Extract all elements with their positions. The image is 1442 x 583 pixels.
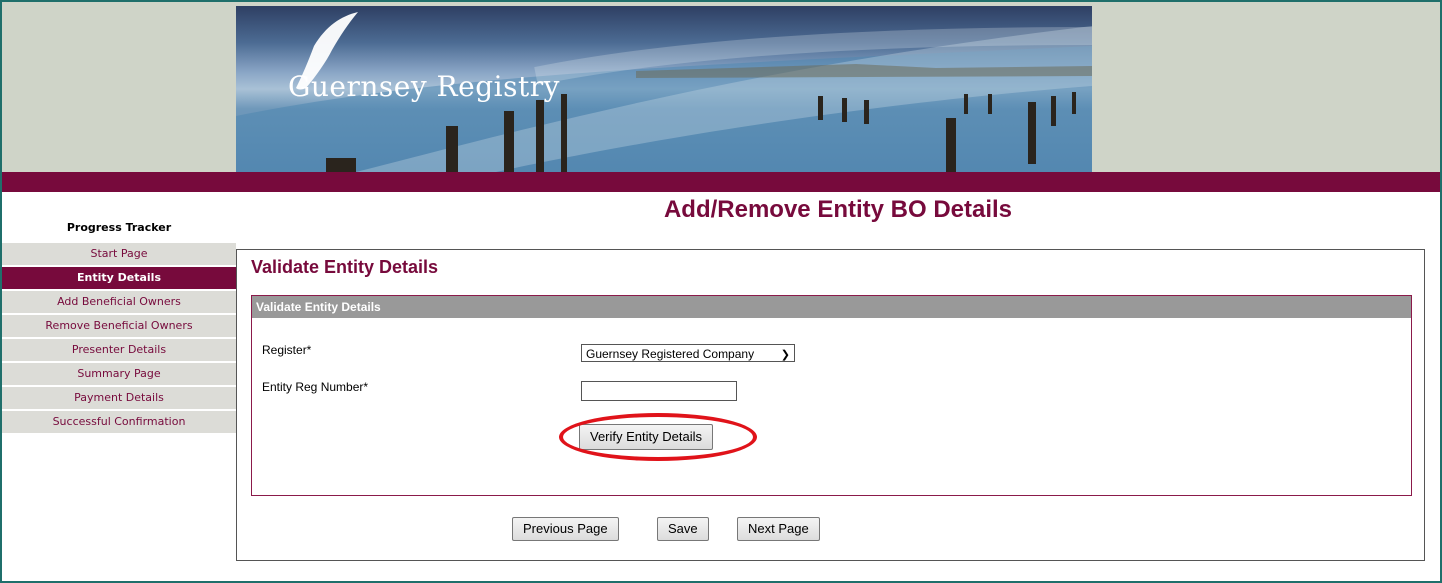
progress-tracker-title: Progress Tracker	[66, 221, 172, 234]
register-select[interactable]: Guernsey Registered Company ❯	[581, 344, 795, 362]
tracker-item-payment-details[interactable]: Payment Details	[2, 387, 236, 409]
page-title: Add/Remove Entity BO Details	[663, 196, 1013, 223]
entity-reg-number-input[interactable]	[581, 381, 737, 401]
header-divider	[2, 172, 1440, 192]
tracker-item-remove-beneficial-owners[interactable]: Remove Beneficial Owners	[2, 315, 236, 337]
entity-reg-number-label: Entity Reg Number*	[262, 380, 369, 394]
registry-logo: Guernsey Registry	[288, 70, 560, 103]
tracker-item-presenter-details[interactable]: Presenter Details	[2, 339, 236, 361]
previous-page-button[interactable]: Previous Page	[512, 517, 619, 541]
tracker-item-successful-confirmation[interactable]: Successful Confirmation	[2, 411, 236, 433]
tracker-item-summary-page[interactable]: Summary Page	[2, 363, 236, 385]
register-label: Register*	[262, 343, 312, 357]
tracker-item-entity-details[interactable]: Entity Details	[2, 267, 236, 289]
page-frame: Guernsey Registry Add/Remove Entity BO D…	[0, 0, 1442, 583]
progress-tracker: Start Page Entity Details Add Beneficial…	[2, 243, 236, 435]
chevron-down-icon: ❯	[780, 349, 790, 361]
next-page-button[interactable]: Next Page	[737, 517, 820, 541]
section-header: Validate Entity Details	[252, 296, 1411, 318]
save-button[interactable]: Save	[657, 517, 709, 541]
validate-entity-section: Validate Entity Details Register* Guerns…	[251, 295, 1412, 496]
highlight-circle	[559, 413, 757, 461]
panel-title: Validate Entity Details	[251, 257, 439, 277]
validate-entity-panel: Validate Entity Details Validate Entity …	[236, 249, 1425, 561]
tracker-item-add-beneficial-owners[interactable]: Add Beneficial Owners	[2, 291, 236, 313]
register-select-value: Guernsey Registered Company	[586, 347, 755, 361]
registry-banner: Guernsey Registry	[236, 6, 1092, 172]
tracker-item-start-page[interactable]: Start Page	[2, 243, 236, 265]
